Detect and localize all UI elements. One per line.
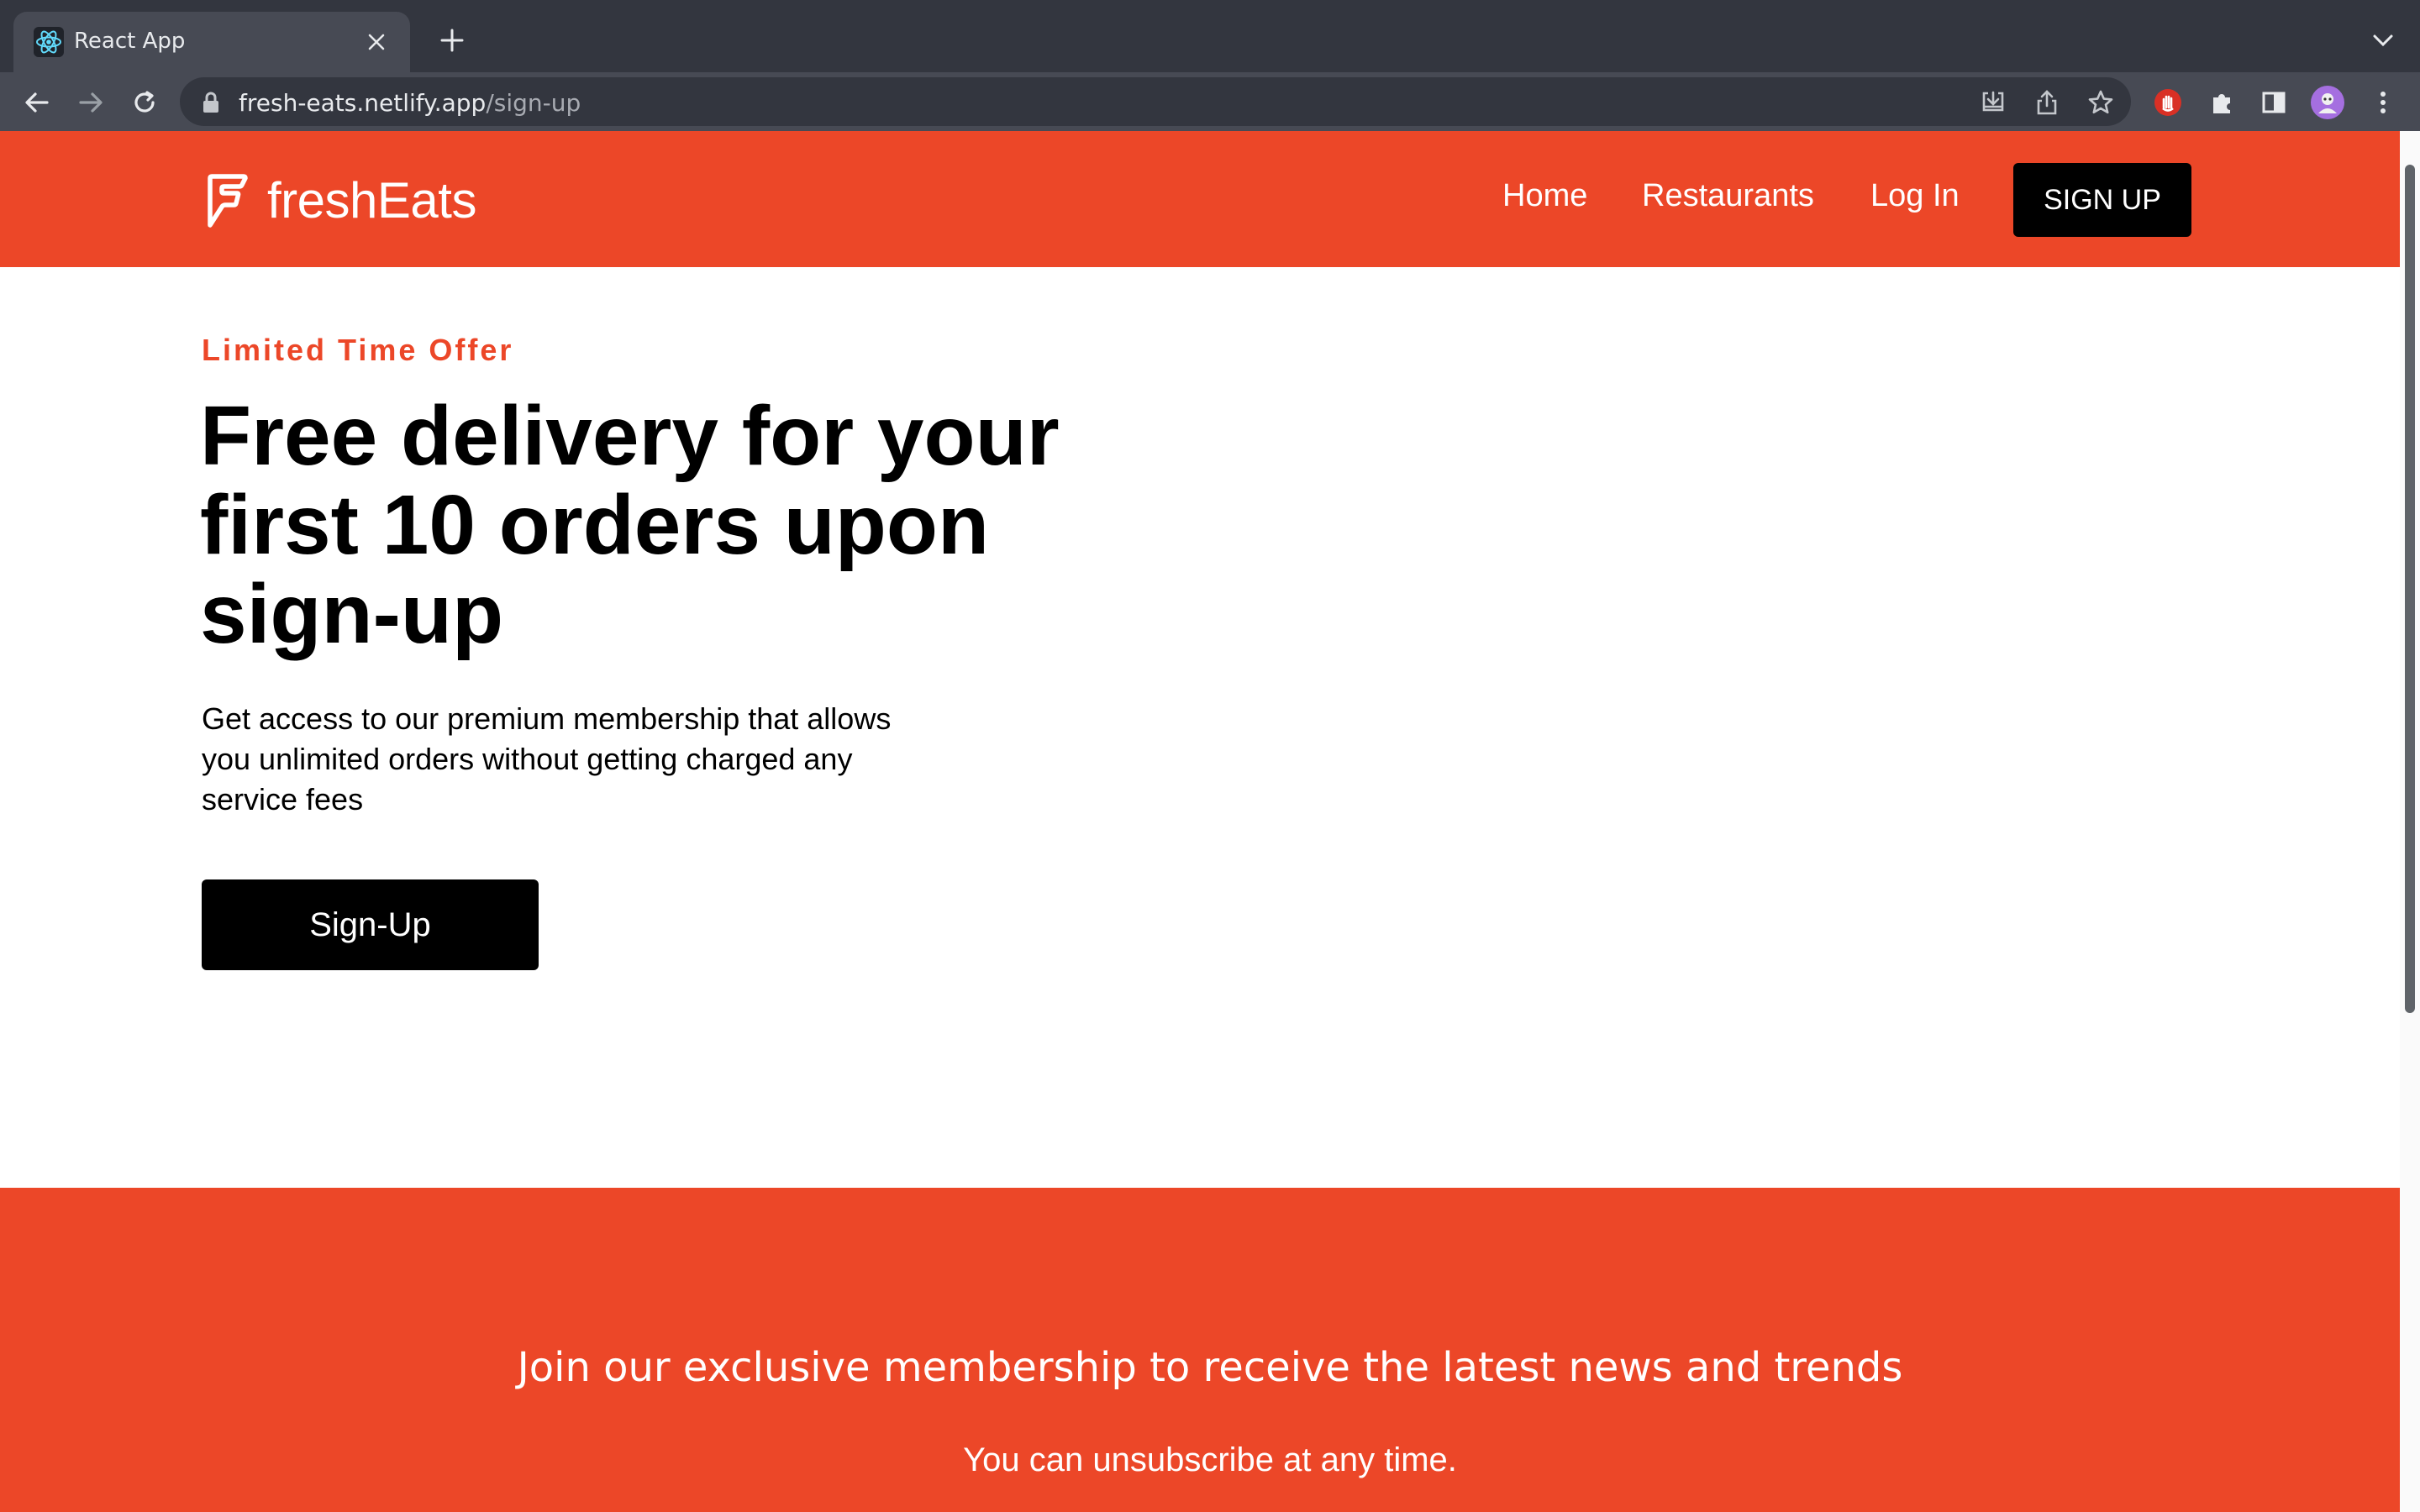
nav-home-link[interactable]: Home — [1502, 178, 1587, 214]
bookmark-star-icon[interactable] — [2084, 86, 2118, 119]
browser-tab-bar: React App — [0, 0, 2420, 72]
extensions-puzzle-icon[interactable] — [2203, 84, 2240, 121]
nav-login-link[interactable]: Log In — [1870, 178, 1960, 214]
hero-description: Get access to our premium membership tha… — [202, 701, 892, 816]
newsletter-heading: Join our exclusive membership to receive… — [517, 1344, 1903, 1391]
site-header: freshEats Home Restaurants Log In SIGN U… — [0, 131, 2420, 267]
stop-hand-extension-icon[interactable] — [2149, 84, 2186, 121]
scrollbar-thumb[interactable] — [2405, 165, 2415, 1013]
nav-restaurants-link[interactable]: Restaurants — [1642, 178, 1814, 214]
react-logo-icon — [34, 27, 64, 57]
side-panel-icon[interactable] — [2255, 84, 2292, 121]
brand-flag-icon — [208, 173, 248, 228]
brand-logo[interactable]: freshEats — [207, 171, 476, 229]
hero-signup-button[interactable]: Sign-Up — [202, 879, 539, 970]
share-icon[interactable] — [2030, 86, 2064, 119]
lock-icon — [203, 92, 218, 113]
address-bar[interactable]: fresh-eats.netlify.app/sign-up — [180, 77, 2131, 126]
url-path: /sign-up — [486, 89, 581, 117]
new-tab-icon[interactable] — [435, 24, 469, 57]
brand-name: freshEats — [267, 172, 476, 228]
back-arrow-icon[interactable] — [18, 84, 55, 121]
header-signup-button[interactable]: SIGN UP — [2013, 163, 2191, 237]
url-text[interactable]: fresh-eats.netlify.app/sign-up — [239, 89, 581, 117]
browser-toolbar: fresh-eats.netlify.app/sign-up — [0, 72, 2420, 131]
newsletter-section: Join our exclusive membership to receive… — [0, 1188, 2420, 1512]
url-domain: fresh-eats.netlify.app — [239, 89, 487, 117]
offer-eyebrow: Limited Time Offer — [202, 333, 514, 367]
tab-title: React App — [74, 29, 186, 54]
browser-tab[interactable]: React App — [13, 12, 410, 72]
newsletter-subtext: You can unsubscribe at any time. — [963, 1441, 1457, 1478]
forward-arrow-icon[interactable] — [72, 84, 109, 121]
more-menu-icon[interactable] — [2365, 84, 2402, 121]
close-tab-icon[interactable] — [360, 25, 393, 59]
chevron-down-icon[interactable] — [2368, 25, 2398, 55]
install-app-icon[interactable] — [1976, 86, 2010, 119]
hero-title: Free delivery for your first 10 orders u… — [200, 389, 1060, 661]
profile-avatar-icon[interactable] — [2309, 84, 2346, 121]
reload-icon[interactable] — [126, 84, 163, 121]
